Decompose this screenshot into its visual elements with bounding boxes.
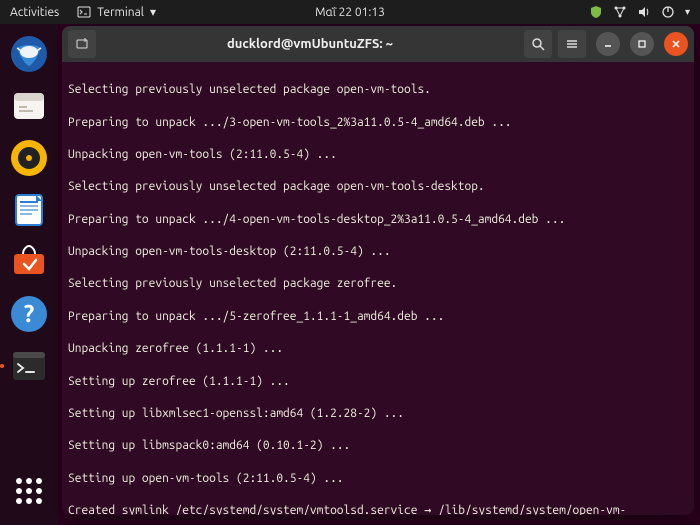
- window-title: ducklord@vmUbuntuZFS: ~: [102, 37, 518, 51]
- new-tab-button[interactable]: [68, 30, 96, 58]
- app-indicator-label: Terminal: [97, 6, 144, 19]
- terminal-output[interactable]: Selecting previously unselected package …: [62, 62, 694, 515]
- terminal-line: Setting up zerofree (1.1.1-1) ...: [68, 374, 688, 390]
- terminal-line: Unpacking open-vm-tools-desktop (2:11.0.…: [68, 244, 688, 260]
- terminal-line: Selecting previously unselected package …: [68, 82, 688, 98]
- dock-item-libreoffice-writer[interactable]: [7, 188, 51, 232]
- terminal-line: Selecting previously unselected package …: [68, 179, 688, 195]
- clock[interactable]: Μαΐ 22 01:13: [315, 6, 385, 19]
- terminal-line: Unpacking zerofree (1.1.1-1) ...: [68, 341, 688, 357]
- terminal-small-icon: [77, 5, 91, 19]
- top-panel: Activities Terminal ▾ Μαΐ 22 01:13 ▾: [0, 0, 700, 24]
- chevron-down-icon[interactable]: ▾: [685, 6, 690, 18]
- search-button[interactable]: [524, 30, 552, 58]
- terminal-line: Preparing to unpack .../3-open-vm-tools_…: [68, 115, 688, 131]
- close-button[interactable]: [664, 32, 688, 56]
- dock-item-ubuntu-software[interactable]: [7, 240, 51, 284]
- dock-item-show-applications[interactable]: [7, 469, 51, 513]
- terminal-line: Preparing to unpack .../4-open-vm-tools-…: [68, 212, 688, 228]
- hamburger-menu-button[interactable]: [558, 30, 586, 58]
- chevron-down-icon: ▾: [150, 5, 156, 19]
- dock: ?: [0, 24, 58, 525]
- svg-text:?: ?: [24, 300, 35, 327]
- dock-item-terminal[interactable]: [7, 344, 51, 388]
- terminal-window: ducklord@vmUbuntuZFS: ~ Selecting previo…: [62, 26, 694, 515]
- terminal-line: Setting up open-vm-tools (2:11.0.5-4) ..…: [68, 471, 688, 487]
- power-icon[interactable]: [661, 5, 675, 19]
- terminal-line: Setting up libmspack0:amd64 (0.10.1-2) .…: [68, 438, 688, 454]
- titlebar: ducklord@vmUbuntuZFS: ~: [62, 26, 694, 62]
- terminal-line: Selecting previously unselected package …: [68, 276, 688, 292]
- terminal-line: Preparing to unpack .../5-zerofree_1.1.1…: [68, 309, 688, 325]
- volume-icon[interactable]: [637, 5, 651, 19]
- shield-icon[interactable]: [589, 5, 603, 19]
- dock-item-rhythmbox[interactable]: [7, 136, 51, 180]
- dock-item-help[interactable]: ?: [7, 292, 51, 336]
- dock-item-files[interactable]: [7, 84, 51, 128]
- terminal-line: Setting up libxmlsec1-openssl:amd64 (1.2…: [68, 406, 688, 422]
- terminal-line: Created symlink /etc/systemd/system/vmto…: [68, 503, 688, 515]
- maximize-button[interactable]: [630, 32, 654, 56]
- app-indicator[interactable]: Terminal ▾: [69, 5, 164, 19]
- terminal-line: Unpacking open-vm-tools (2:11.0.5-4) ...: [68, 147, 688, 163]
- dock-item-thunderbird[interactable]: [7, 32, 51, 76]
- minimize-button[interactable]: [596, 32, 620, 56]
- activities-button[interactable]: Activities: [0, 6, 69, 19]
- network-icon[interactable]: [613, 5, 627, 19]
